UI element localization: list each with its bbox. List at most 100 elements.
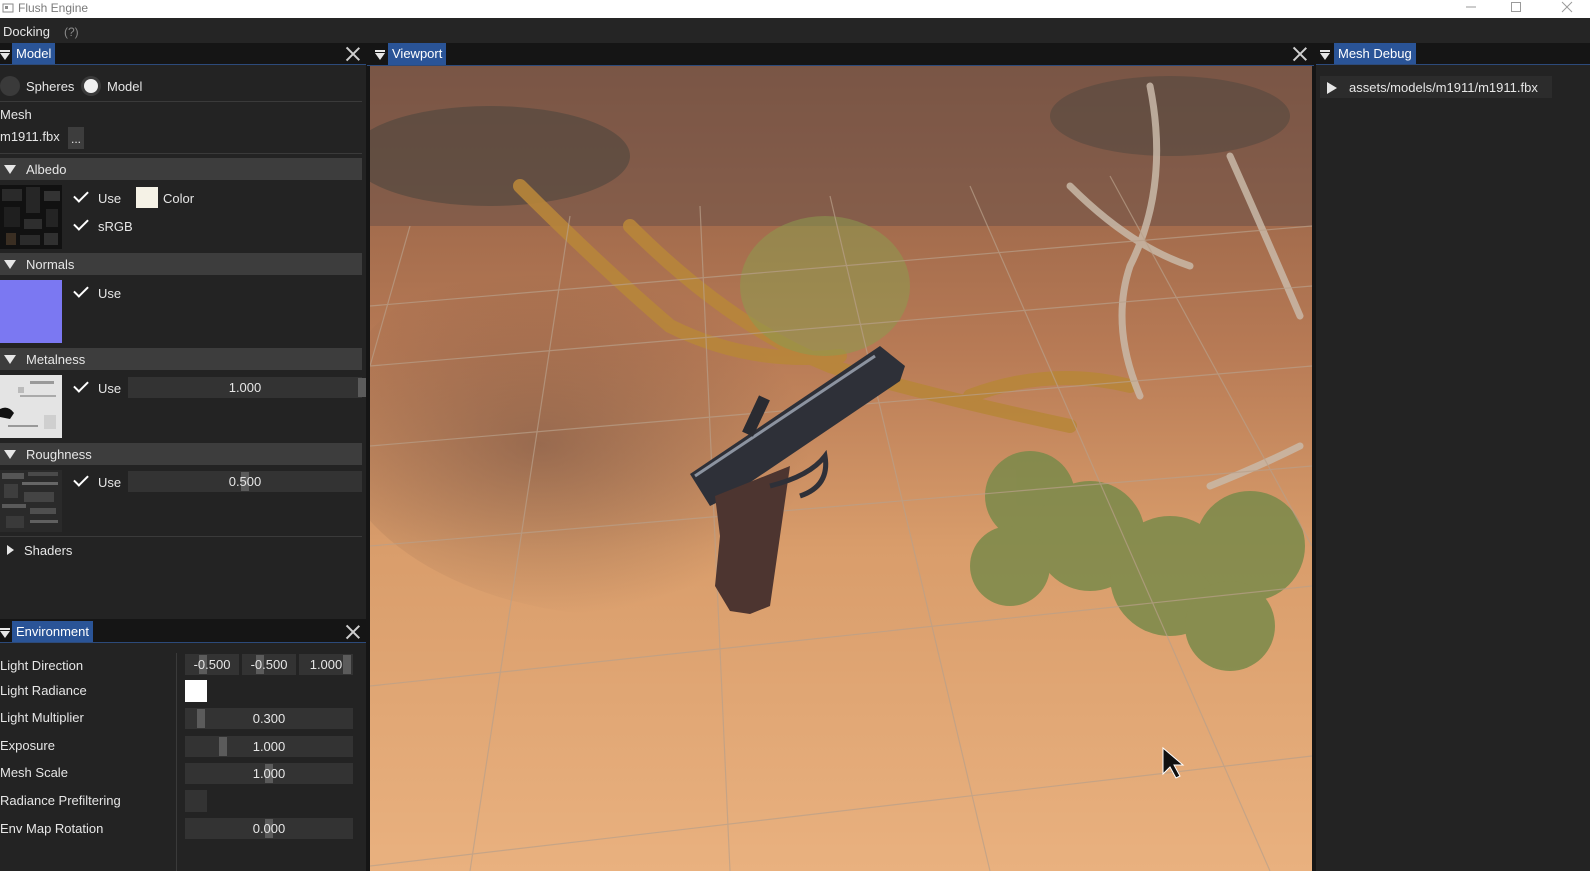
normals-section-header[interactable]: Normals [0, 253, 362, 275]
model-panel: Model Spheres Model Mesh m1911.fbx ... A… [0, 43, 366, 619]
env-map-rotation-slider[interactable]: 0.000 [185, 818, 353, 839]
mesh-scale-label: Mesh Scale [0, 765, 68, 780]
collapse-arrow-icon [4, 450, 16, 459]
slider-grab-handle[interactable] [197, 709, 205, 728]
normals-header-label: Normals [26, 257, 75, 272]
tab-menu-icon[interactable] [0, 628, 10, 638]
tab-menu-icon[interactable] [1320, 50, 1330, 60]
env-map-rotation-value: 0.000 [252, 821, 286, 836]
model-tab-bar: Model [0, 43, 366, 65]
tab-mesh-debug[interactable]: Mesh Debug [1334, 43, 1416, 64]
albedo-srgb-checkbox[interactable] [72, 216, 90, 234]
roughness-use-label: Use [98, 475, 122, 490]
metalness-header-label: Metalness [26, 352, 86, 367]
tab-menu-icon[interactable] [0, 50, 10, 60]
window-title: Flush Engine [18, 1, 89, 15]
window-close-button[interactable] [1552, 0, 1582, 16]
environment-panel: Environment Light Direction -0.500 -0.50… [0, 621, 366, 871]
roughness-section-header[interactable]: Roughness [0, 443, 362, 465]
light-radiance-color-swatch[interactable] [185, 680, 207, 702]
viewport-canvas[interactable] [370, 66, 1312, 871]
divider [0, 536, 362, 537]
mesh-file-name: m1911.fbx [0, 129, 60, 144]
albedo-use-checkbox[interactable] [72, 188, 90, 206]
slider-grab-handle[interactable] [343, 655, 351, 674]
light-direction-x-value: -0.500 [193, 657, 231, 672]
light-direction-y-value: -0.500 [250, 657, 288, 672]
column-separator [176, 653, 177, 871]
expand-arrow-icon [1327, 82, 1337, 94]
exposure-slider[interactable]: 1.000 [185, 736, 353, 757]
shaders-header-label: Shaders [24, 543, 73, 558]
close-icon[interactable] [1293, 47, 1307, 61]
collapse-arrow-icon [4, 260, 16, 269]
window-title-bar: Flush Engine [0, 0, 1590, 18]
albedo-color-label: Color [163, 191, 195, 206]
radio-model[interactable] [81, 76, 101, 96]
radio-dot-icon [84, 79, 98, 93]
env-map-rotation-label: Env Map Rotation [0, 821, 104, 836]
roughness-texture-thumbnail[interactable] [0, 470, 62, 532]
tab-model[interactable]: Model [12, 43, 56, 64]
radio-spheres-label: Spheres [26, 79, 75, 94]
menu-bar: Docking (?) [0, 18, 1590, 43]
mesh-debug-tab-bar: Mesh Debug [1316, 43, 1590, 65]
slider-grab-handle[interactable] [219, 737, 227, 756]
normals-use-label: Use [98, 286, 122, 301]
metalness-use-label: Use [98, 381, 122, 396]
maximize-button[interactable] [1501, 0, 1531, 16]
mesh-tree-item[interactable]: assets/models/m1911/m1911.fbx [1320, 76, 1552, 98]
radio-spheres[interactable] [0, 76, 20, 96]
shaders-section-header[interactable]: Shaders [0, 540, 362, 560]
slider-grab-handle[interactable] [358, 378, 366, 397]
roughness-use-checkbox[interactable] [72, 472, 90, 490]
roughness-value: 0.500 [228, 474, 262, 489]
tab-viewport[interactable]: Viewport [388, 43, 447, 65]
browse-mesh-button[interactable]: ... [68, 127, 84, 149]
albedo-srgb-label: sRGB [98, 219, 133, 234]
menu-help[interactable]: (?) [64, 25, 79, 39]
light-multiplier-slider[interactable]: 0.300 [185, 708, 353, 729]
albedo-use-label: Use [98, 191, 122, 206]
desert-scene [370, 66, 1312, 871]
light-direction-z-value: 1.000 [309, 657, 343, 672]
tab-environment[interactable]: Environment [12, 621, 93, 642]
environment-tab-bar: Environment [0, 621, 366, 643]
divider [0, 101, 362, 102]
albedo-section-header[interactable]: Albedo [0, 158, 362, 180]
collapse-arrow-icon [4, 355, 16, 364]
radiance-prefiltering-label: Radiance Prefiltering [0, 793, 121, 808]
menu-docking[interactable]: Docking [3, 24, 50, 39]
expand-arrow-icon [7, 545, 14, 555]
albedo-header-label: Albedo [26, 162, 67, 177]
normals-texture-thumbnail[interactable] [0, 280, 62, 343]
mesh-tree-item-label: assets/models/m1911/m1911.fbx [1349, 80, 1538, 95]
metalness-slider[interactable]: 1.000 [128, 377, 366, 398]
app-icon [2, 2, 14, 14]
viewport-tab-bar: Viewport [367, 43, 1314, 66]
metalness-section-header[interactable]: Metalness [0, 348, 362, 370]
radio-model-label: Model [107, 79, 143, 94]
light-multiplier-value: 0.300 [252, 711, 286, 726]
light-direction-z-field[interactable]: 1.000 [299, 654, 353, 675]
mesh-debug-panel: Mesh Debug assets/models/m1911/m1911.fbx [1316, 43, 1590, 871]
roughness-slider[interactable]: 0.500 [128, 471, 362, 492]
light-multiplier-label: Light Multiplier [0, 710, 84, 725]
exposure-label: Exposure [0, 738, 55, 753]
albedo-texture-thumbnail[interactable] [0, 185, 62, 249]
minimize-button[interactable] [1456, 0, 1486, 16]
tab-menu-icon[interactable] [375, 50, 385, 60]
roughness-header-label: Roughness [26, 447, 92, 462]
light-direction-y-field[interactable]: -0.500 [242, 654, 296, 675]
close-icon[interactable] [346, 47, 360, 61]
mesh-scale-value: 1.000 [252, 766, 286, 781]
close-icon[interactable] [346, 625, 360, 639]
radiance-prefiltering-checkbox[interactable] [185, 790, 207, 812]
albedo-color-swatch[interactable] [136, 187, 158, 208]
metalness-texture-thumbnail[interactable] [0, 375, 62, 438]
metalness-use-checkbox[interactable] [72, 378, 90, 396]
collapse-arrow-icon [4, 165, 16, 174]
light-direction-x-field[interactable]: -0.500 [185, 654, 239, 675]
normals-use-checkbox[interactable] [72, 283, 90, 301]
mesh-scale-slider[interactable]: 1.000 [185, 763, 353, 784]
